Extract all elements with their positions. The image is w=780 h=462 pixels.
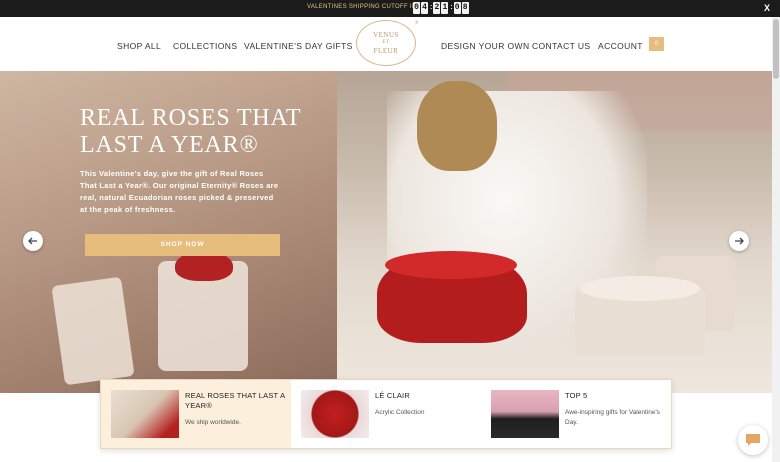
red-roses-top	[385, 251, 517, 279]
card-thumbnail	[491, 390, 559, 438]
hero-slider: REAL ROSES THAT LAST A YEAR® This Valent…	[0, 71, 772, 393]
announcement-bar: VALENTINES SHIPPING CUTOFF IN: 0 4 : 2 1…	[0, 0, 780, 17]
logo-line: VENUS	[373, 31, 399, 39]
card-thumbnail	[111, 390, 179, 438]
timer-separator: :	[450, 4, 453, 11]
page-scrollbar[interactable]	[772, 17, 780, 462]
timer-digit: 0	[413, 2, 420, 14]
card-thumbnail	[301, 390, 369, 438]
brand-logo[interactable]: VENUS ET FLEUR ®	[356, 20, 419, 66]
blush-roses-top	[580, 276, 700, 301]
scrollbar-thumb[interactable]	[773, 19, 779, 79]
logo-registered-mark: ®	[414, 21, 419, 26]
timer-digit: 8	[461, 2, 469, 14]
logo-line: FLEUR	[373, 47, 399, 55]
rose-box-image	[51, 276, 135, 386]
timer-digit: 2	[433, 2, 441, 14]
card-real-roses[interactable]: REAL ROSES THAT LAST A YEAR® We ship wor…	[101, 380, 291, 448]
cart-button[interactable]: 0	[649, 37, 664, 51]
nav-design-your-own[interactable]: DESIGN YOUR OWN	[441, 41, 530, 51]
nav-collections[interactable]: COLLECTIONS	[173, 41, 237, 51]
site-header: SHOP ALL COLLECTIONS VALENTINE'S DAY GIF…	[0, 17, 772, 71]
card-le-clair[interactable]: LÉ CLAIR Acrylic Collection	[291, 380, 481, 448]
countdown-timer: 0 4 : 2 1 : 0 8	[413, 2, 470, 14]
card-title: TOP 5	[565, 391, 588, 400]
card-subtitle: Acrylic Collection	[375, 409, 425, 416]
shop-now-button[interactable]: SHOP NOW	[85, 234, 280, 256]
chat-widget-button[interactable]	[738, 425, 768, 455]
slider-prev-button[interactable]	[23, 231, 43, 251]
shipping-cutoff-text: VALENTINES SHIPPING CUTOFF IN:	[307, 4, 419, 10]
close-announcement-button[interactable]: X	[764, 3, 770, 13]
nav-valentines-day-gifts[interactable]: VALENTINE'S DAY GIFTS	[244, 41, 353, 51]
nav-shop-all[interactable]: SHOP ALL	[117, 41, 161, 51]
feature-cards: REAL ROSES THAT LAST A YEAR® We ship wor…	[100, 379, 672, 449]
chat-bubble-icon	[746, 434, 760, 446]
nav-account[interactable]: ACCOUNT	[598, 41, 643, 51]
card-top-5[interactable]: TOP 5 Awe-inspiring gifts for Valentine'…	[481, 380, 671, 448]
hero-image-right	[337, 71, 772, 393]
card-title: LÉ CLAIR	[375, 391, 410, 400]
hero-subtext: This Valentine's day, give the gift of R…	[80, 169, 279, 214]
arrow-left-icon	[28, 237, 37, 245]
model-hair	[417, 81, 497, 171]
timer-separator: :	[430, 4, 433, 11]
nav-contact-us[interactable]: CONTACT US	[532, 41, 590, 51]
card-title: REAL ROSES THAT LAST A YEAR®	[185, 391, 285, 410]
timer-digit: 0	[453, 2, 461, 14]
hero-headline: REAL ROSES THAT LAST A YEAR®	[80, 105, 301, 158]
timer-digit: 1	[441, 2, 449, 14]
card-subtitle: We ship worldwide.	[185, 419, 241, 426]
slider-next-button[interactable]	[729, 231, 749, 251]
timer-digit: 4	[421, 2, 428, 14]
arrow-right-icon	[735, 237, 744, 245]
card-subtitle: Awe-inspiring gifts for Valentine's Day.	[565, 409, 660, 426]
